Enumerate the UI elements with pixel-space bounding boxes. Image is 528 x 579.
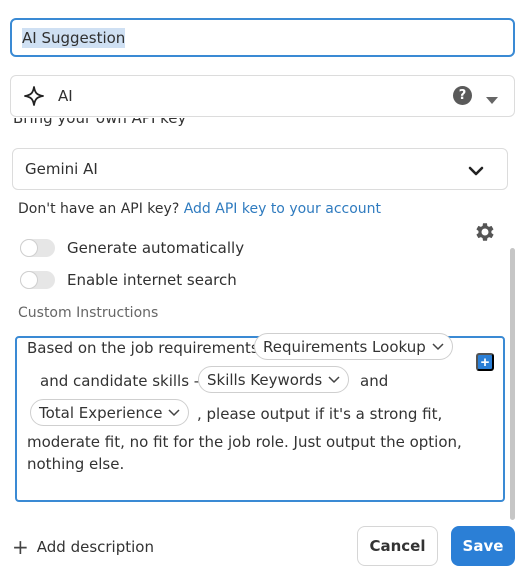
scrollbar[interactable] [510,248,515,520]
instruction-text: , please output if it's a strong fit, [197,405,443,423]
no-key-text: Don't have an API key? [18,201,180,217]
caret-down-icon[interactable] [486,90,498,109]
chevron-down-icon [328,375,340,383]
field-type-label: AI [58,87,73,105]
settings-scroll-area[interactable]: Bring your own API key Gemini AI Don't h… [0,118,528,516]
field-name-input[interactable]: AI Suggestion [10,18,515,57]
custom-instructions-label: Custom Instructions [18,305,159,321]
field-name-value: AI Suggestion [22,27,126,48]
instruction-text: Based on the job requirements [27,339,259,357]
api-key-heading: Bring your own API key [13,118,187,127]
cancel-button[interactable]: Cancel [357,526,438,566]
instruction-text: moderate fit, no fit for the job role. J… [27,433,462,451]
generate-automatically-toggle[interactable] [20,239,55,257]
field-chip-total-experience[interactable]: Total Experience [30,399,190,426]
gear-icon[interactable] [473,220,497,244]
api-provider-value: Gemini AI [25,160,98,178]
generate-automatically-row: Generate automatically [20,239,244,257]
add-description-button[interactable]: + Add description [12,537,154,557]
enable-internet-search-toggle[interactable] [20,271,55,289]
add-description-label: Add description [36,538,154,556]
instruction-text: nothing else. [27,455,125,473]
enable-internet-search-row: Enable internet search [20,271,237,289]
chevron-down-icon [432,342,444,350]
api-key-hint: Don't have an API key? Add API key to yo… [18,201,381,217]
chevron-down-icon [168,408,180,416]
sparkle-icon [23,85,45,107]
field-chip-skills-keywords[interactable]: Skills Keywords [198,366,350,393]
api-provider-select[interactable]: Gemini AI [12,148,508,190]
custom-instructions-editor[interactable]: Based on the job requirements Requiremen… [15,333,505,502]
insert-field-button[interactable]: + [476,353,494,371]
instruction-text: and [360,372,389,390]
chip-label: Skills Keywords [207,370,323,389]
save-button[interactable]: Save [451,526,515,566]
chip-label: Requirements Lookup [263,337,426,356]
chevron-down-icon [468,163,484,181]
field-chip-requirements-lookup[interactable]: Requirements Lookup [254,333,453,360]
instruction-text: and candidate skills - [40,372,200,390]
plus-icon: + [12,535,29,559]
help-icon[interactable]: ? [453,86,472,105]
generate-automatically-label: Generate automatically [67,239,245,257]
enable-internet-search-label: Enable internet search [67,271,237,289]
add-api-key-link[interactable]: Add API key to your account [184,201,381,217]
field-type-select[interactable]: AI ? [10,75,515,117]
chip-label: Total Experience [39,403,163,422]
